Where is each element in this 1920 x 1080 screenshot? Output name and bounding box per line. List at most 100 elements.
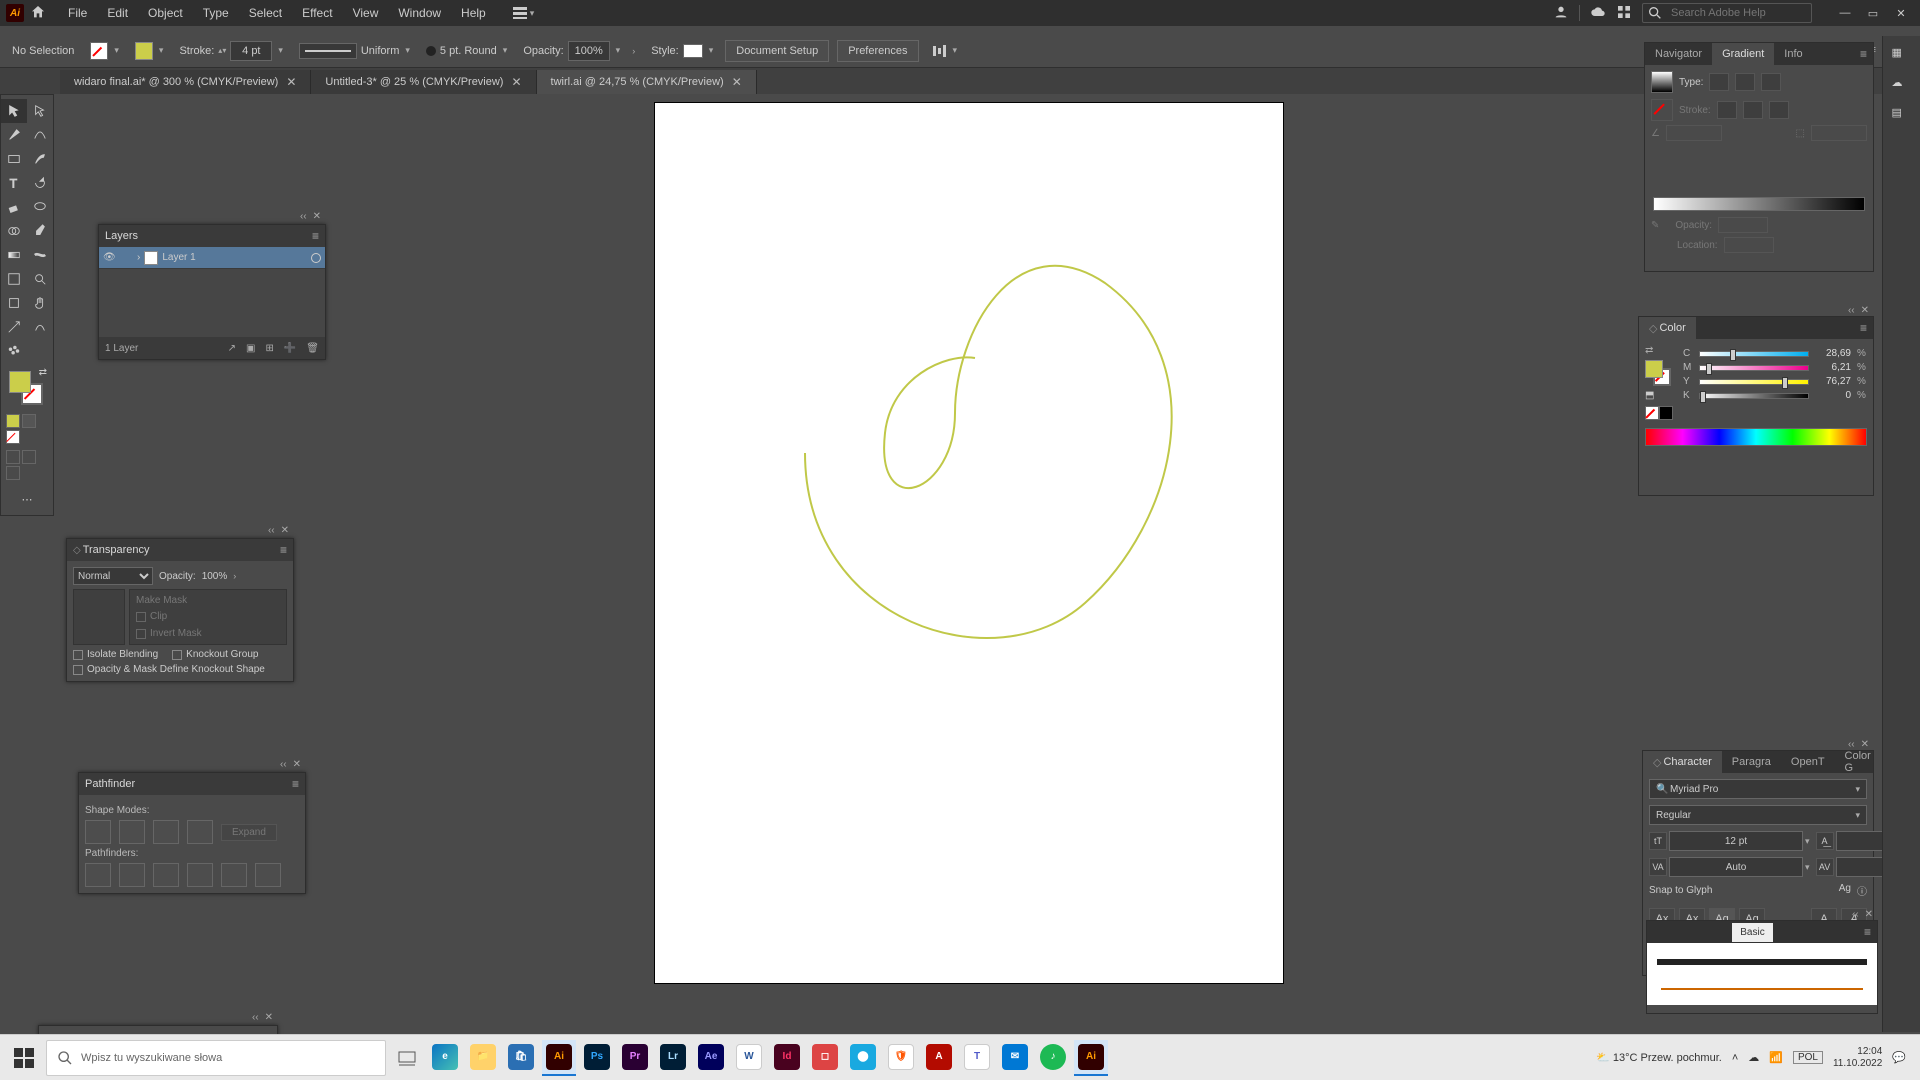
tab-character[interactable]: ◇Character [1643, 751, 1722, 773]
snap-option-icon[interactable]: Ag [1839, 883, 1851, 898]
tab-opentype[interactable]: OpenT [1781, 751, 1835, 773]
curvature-tool[interactable] [27, 123, 53, 147]
graphic-style-swatch[interactable] [683, 44, 703, 58]
symbol-sprayer-tool[interactable] [1, 339, 27, 363]
panel-collapse-icon[interactable]: ‹‹ [1848, 305, 1855, 316]
angle-input[interactable] [1666, 125, 1722, 141]
panel-close-icon[interactable]: ✕ [1861, 305, 1869, 316]
workspace-switcher[interactable]: ▾ [512, 5, 535, 21]
stroke-swatch[interactable] [135, 42, 153, 60]
panel-close-icon[interactable]: ✕ [1865, 909, 1873, 920]
magenta-slider[interactable] [1699, 365, 1809, 371]
window-minimize[interactable]: — [1832, 4, 1858, 22]
brush-stroke-preview[interactable] [1657, 959, 1867, 965]
align-options[interactable]: ▾ [927, 43, 962, 59]
paintbrush-tool[interactable] [27, 147, 53, 171]
rectangle-tool[interactable] [1, 147, 27, 171]
panel-collapse-icon[interactable]: ‹‹ [280, 759, 287, 770]
menu-file[interactable]: File [58, 6, 97, 20]
taskbar-search[interactable]: Wpisz tu wyszukiwane słowa [46, 1040, 386, 1076]
tab-colorguide[interactable]: Color G [1835, 751, 1881, 773]
target-icon[interactable] [311, 253, 321, 263]
task-view-icon[interactable] [390, 1040, 424, 1076]
magenta-value[interactable]: 6,21 [1815, 362, 1851, 373]
tab-gradient[interactable]: Gradient [1712, 43, 1774, 65]
blend-mode-select[interactable]: Normal [73, 567, 153, 585]
new-layer-icon[interactable]: ➕ [284, 343, 296, 354]
fill-stroke-swatch[interactable] [1645, 360, 1671, 386]
cloud-sync-icon[interactable] [1590, 4, 1606, 23]
menu-window[interactable]: Window [388, 6, 451, 20]
acrobat-app[interactable]: A [922, 1040, 956, 1076]
gradient-slider[interactable] [1653, 197, 1865, 211]
artboard[interactable] [655, 103, 1283, 983]
tab-paragraph[interactable]: Paragra [1722, 751, 1781, 773]
lasso-tool[interactable] [27, 195, 53, 219]
premiere-app[interactable]: Pr [618, 1040, 652, 1076]
color-mode-buttons[interactable] [1, 411, 53, 447]
mask-define-checkbox[interactable] [73, 665, 83, 675]
unite-button[interactable] [85, 820, 111, 844]
cyan-value[interactable]: 28,69 [1815, 348, 1851, 359]
aspect-input[interactable] [1811, 125, 1867, 141]
panel-menu-icon[interactable]: ≡ [1858, 925, 1877, 939]
color-spectrum[interactable] [1645, 428, 1867, 446]
panel-menu-icon[interactable]: ≡ [1860, 47, 1873, 61]
font-family-select[interactable]: 🔍Myriad Pro▾ [1649, 779, 1867, 799]
aftereffects-app[interactable]: Ae [694, 1040, 728, 1076]
network-icon[interactable]: 📶 [1769, 1051, 1783, 1064]
word-app[interactable]: W [732, 1040, 766, 1076]
eyedrop-stop-icon[interactable]: ✎ [1651, 220, 1659, 231]
gradient-preview[interactable] [1651, 71, 1673, 93]
scale-tool[interactable] [1, 315, 27, 339]
delete-layer-icon[interactable]: 🗑 [306, 343, 319, 354]
properties-icon[interactable]: ▦ [1892, 46, 1912, 66]
taskbar-clock[interactable]: 12:04 11.10.2022 [1833, 1046, 1882, 1070]
black-swatch[interactable] [1659, 406, 1673, 420]
linear-gradient-button[interactable] [1709, 73, 1729, 91]
preferences-button[interactable]: Preferences [837, 40, 918, 62]
panel-menu-icon[interactable]: ≡ [292, 777, 299, 791]
libraries-icon[interactable]: ☁ [1892, 76, 1912, 96]
edge-app[interactable]: e [428, 1040, 462, 1076]
indesign-app[interactable]: Id [770, 1040, 804, 1076]
language-indicator[interactable]: POL [1793, 1051, 1823, 1064]
tab-info[interactable]: Info [1774, 43, 1812, 65]
tab-close-icon[interactable]: ✕ [732, 75, 742, 89]
transparency-panel[interactable]: ‹‹✕ ◇Transparency≡ Normal Opacity: 100% … [66, 538, 294, 682]
menu-view[interactable]: View [343, 6, 389, 20]
direct-selection-tool[interactable] [27, 99, 53, 123]
explorer-app[interactable]: 📁 [466, 1040, 500, 1076]
tray-chevron-icon[interactable]: ˄ [1732, 1052, 1738, 1064]
divide-button[interactable] [85, 863, 111, 887]
visibility-icon[interactable]: 👁 [103, 252, 117, 263]
zoom-tool[interactable] [27, 267, 53, 291]
font-size-input[interactable] [1669, 831, 1803, 851]
document-setup-button[interactable]: Document Setup [725, 40, 829, 62]
panel-collapse-icon[interactable]: ‹‹ [1848, 739, 1855, 750]
panel-collapse-icon[interactable]: ‹‹ [1852, 909, 1859, 920]
menu-edit[interactable]: Edit [97, 6, 138, 20]
gradient-panel[interactable]: Navigator Gradient Info ≡ Type: Stroke: … [1644, 42, 1874, 272]
right-dock-strip[interactable]: ▦ ☁ ▤ [1882, 36, 1920, 1032]
panel-close-icon[interactable]: ✕ [293, 759, 301, 770]
gradient-fillstroke[interactable] [1651, 99, 1673, 121]
spotify-app[interactable]: ♪ [1036, 1040, 1070, 1076]
stroke-profile[interactable]: Uniform▾ [295, 43, 414, 59]
menu-object[interactable]: Object [138, 6, 193, 20]
edit-toolbar-icon[interactable]: ⋯ [14, 487, 40, 511]
kerning-input[interactable] [1669, 857, 1803, 877]
stop-location-input[interactable] [1724, 237, 1774, 253]
menu-effect[interactable]: Effect [292, 6, 342, 20]
app-9[interactable]: ⬤ [846, 1040, 880, 1076]
notifications-icon[interactable]: 💬 [1892, 1051, 1906, 1064]
document-tab[interactable]: Untitled-3* @ 25 % (CMYK/Preview)✕ [311, 70, 536, 94]
pathfinder-panel[interactable]: ‹‹✕ Pathfinder≡ Shape Modes: Expand Path… [78, 772, 306, 894]
outline-button[interactable] [221, 863, 247, 887]
brush-definition[interactable]: 5 pt. Round▾ [422, 45, 511, 57]
arrange-icon[interactable] [1616, 4, 1632, 23]
expand-button[interactable]: Expand [221, 824, 277, 841]
lightroom-app[interactable]: Lr [656, 1040, 690, 1076]
illustrator-app-2[interactable]: Ai [1074, 1040, 1108, 1076]
weather-widget[interactable]: ⛅ 13°C Przew. pochmur. [1596, 1051, 1722, 1064]
